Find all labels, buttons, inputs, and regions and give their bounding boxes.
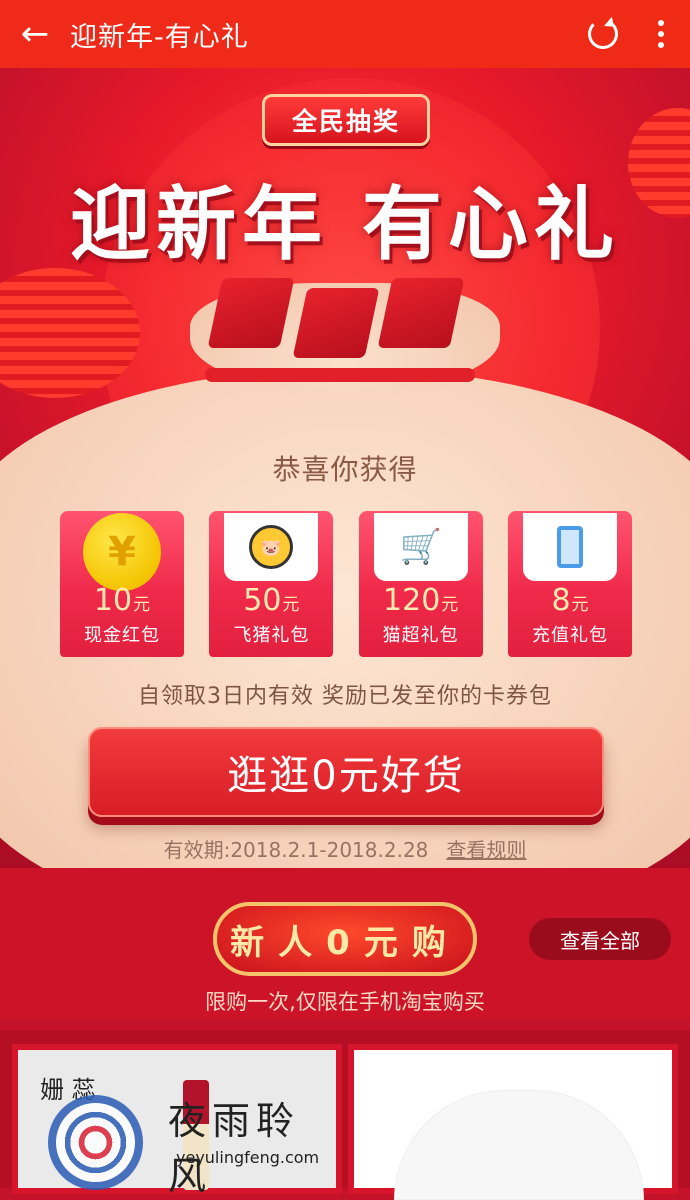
product-card[interactable]	[348, 1044, 678, 1200]
newcomer-section: 新人0元购 查看全部 限购一次,仅限在手机淘宝购买	[0, 868, 690, 1018]
red-envelope-decoration	[207, 278, 295, 348]
banner-headline: 迎新年 有心礼	[70, 177, 620, 271]
newcomer-title: 新人0元购	[213, 902, 477, 976]
coin-icon: ¥	[83, 513, 161, 591]
prize-amount: 120	[383, 583, 441, 618]
refresh-button[interactable]	[574, 0, 632, 68]
prize-unit: 元	[133, 595, 151, 615]
app-bar: ← 迎新年-有心礼	[0, 0, 690, 68]
purchase-limit-text: 限购一次,仅限在手机淘宝购买	[205, 990, 485, 1014]
prize-card-fliggy[interactable]: 🐷 50元 飞猪礼包	[209, 511, 334, 657]
arrow-left-icon: ←	[20, 14, 50, 54]
product-card[interactable]: 姗 蕊 夜雨聆风 yeyulingfeng.com	[12, 1044, 342, 1198]
browse-free-goods-button[interactable]: 逛逛0元好货	[88, 727, 604, 817]
prize-unit: 元	[441, 595, 459, 615]
prize-card-cash[interactable]: ¥ 10元 现金红包	[60, 511, 184, 657]
prize-card-tmall-supermarket[interactable]: 🛒 120元 猫超礼包	[358, 511, 483, 657]
more-vertical-icon	[658, 20, 664, 48]
refresh-icon	[588, 19, 618, 49]
prize-unit: 元	[282, 595, 300, 615]
validity-text: 有效期:2018.2.1-2018.2.28	[163, 838, 429, 862]
prize-amount: 10	[93, 583, 133, 618]
red-envelope-decoration	[377, 278, 465, 348]
page-title: 迎新年-有心礼	[70, 21, 249, 53]
view-all-button[interactable]: 查看全部	[529, 918, 671, 960]
congrats-text: 恭喜你获得	[272, 453, 418, 486]
prize-list: ¥ 10元 现金红包 🐷 50元 飞猪礼包 🛒 120元 猫超礼包 8元 充值礼…	[60, 511, 632, 659]
product-image	[394, 1090, 644, 1200]
prize-amount: 50	[243, 583, 282, 618]
fliggy-icon: 🐷	[249, 525, 294, 569]
prize-amount: 8	[551, 583, 571, 618]
bag-rope	[205, 368, 475, 382]
cart-icon: 🛒	[399, 527, 442, 567]
prize-name: 现金红包	[84, 625, 160, 646]
prize-unit: 元	[571, 595, 589, 615]
prize-card-recharge[interactable]: 8元 充值礼包	[507, 511, 632, 657]
red-envelope-decoration	[292, 288, 380, 358]
validity-line: 有效期:2018.2.1-2018.2.28 查看规则	[0, 834, 690, 863]
prize-name: 充值礼包	[531, 625, 608, 646]
reward-note: 自领取3日内有效 奖励已发至你的卡券包	[138, 684, 552, 709]
phone-icon	[556, 526, 583, 568]
watermark-logo	[48, 1095, 143, 1190]
back-button[interactable]: ←	[0, 0, 70, 68]
lottery-banner: 全民抽奖 迎新年 有心礼 恭喜你获得 ¥ 10元 现金红包 🐷 50元 飞猪礼包…	[0, 68, 690, 868]
product-grid: 姗 蕊 夜雨聆风 yeyulingfeng.com	[0, 1030, 690, 1200]
prize-name: 飞猪礼包	[233, 625, 310, 646]
more-button[interactable]	[632, 0, 690, 68]
prize-name: 猫超礼包	[382, 625, 459, 646]
watermark-url: yeyulingfeng.com	[176, 1148, 320, 1167]
view-rules-link[interactable]: 查看规则	[446, 838, 526, 862]
lottery-badge: 全民抽奖	[262, 94, 430, 146]
watermark-text: 夜雨聆风	[168, 1099, 301, 1198]
